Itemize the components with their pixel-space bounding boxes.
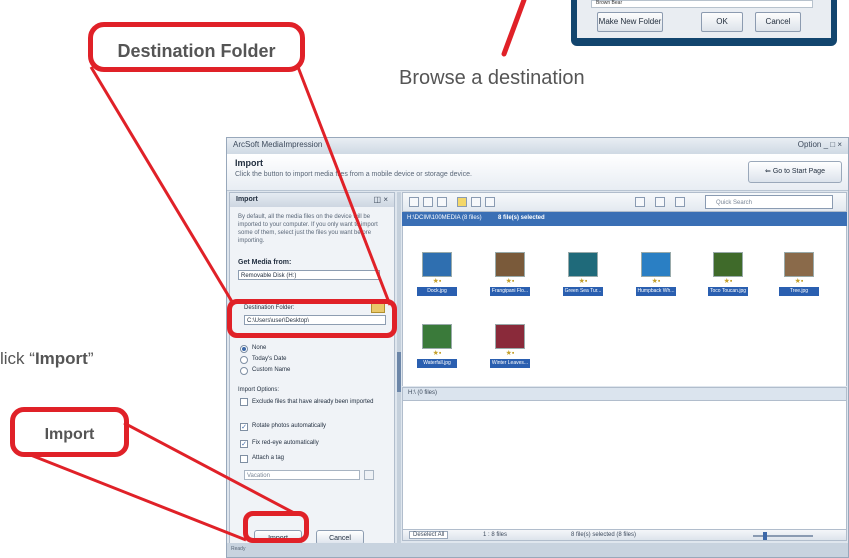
callout-connectors: [27, 0, 527, 542]
import-connector-line-bottom: [27, 452, 247, 542]
import-connector-line-top: [123, 421, 297, 516]
destination-connector-line-left: [89, 66, 236, 306]
destination-connector-line-right: [296, 66, 392, 306]
browse-connector-line: [501, 0, 527, 57]
